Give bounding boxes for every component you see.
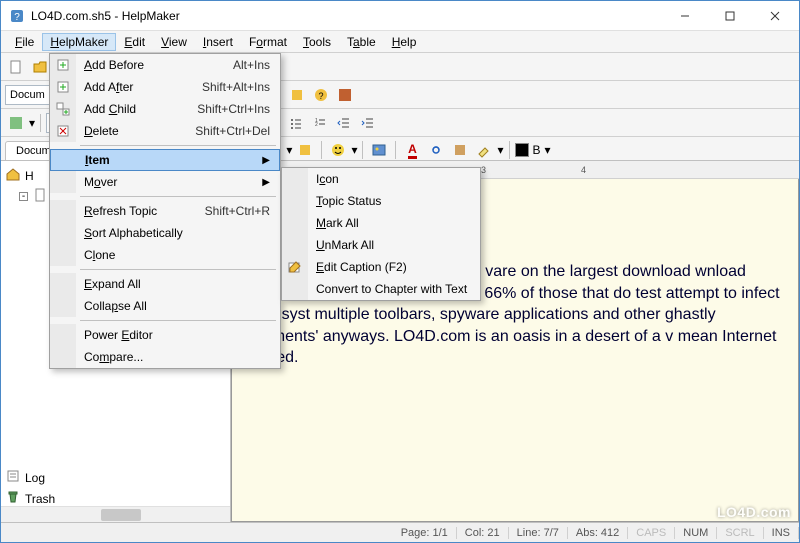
add-icon — [50, 76, 76, 98]
item-submenu: Icon Topic Status Mark All UnMark All Ed… — [281, 167, 481, 301]
home-icon — [5, 166, 21, 185]
color-swatch-black[interactable] — [515, 143, 529, 157]
close-button[interactable] — [752, 2, 797, 30]
add-icon — [50, 54, 76, 76]
submenu-convert-chapter[interactable]: Convert to Chapter with Text — [282, 278, 480, 300]
menu-delete[interactable]: DeleteShift+Ctrl+Del — [50, 120, 280, 142]
status-ins[interactable]: INS — [764, 527, 799, 539]
log-icon — [5, 468, 21, 487]
helpmaker-menu: Add BeforeAlt+Ins Add AfterShift+Alt+Ins… — [49, 53, 281, 369]
style-icon[interactable] — [5, 112, 27, 134]
bullet-list-icon[interactable] — [285, 112, 307, 134]
menubar: File HelpMaker Edit View Insert Format T… — [1, 31, 799, 53]
app-window: ? LO4D.com.sh5 - HelpMaker File HelpMake… — [0, 0, 800, 543]
menu-mover[interactable]: Mover▶ — [50, 171, 280, 193]
menu-add-child[interactable]: Add ChildShift+Ctrl+Ins — [50, 98, 280, 120]
style-dropdown-icon[interactable]: ▾ — [29, 116, 35, 130]
status-col: Col: 21 — [457, 527, 509, 539]
menu-edit[interactable]: Edit — [116, 33, 153, 51]
highlight-icon[interactable] — [473, 139, 495, 161]
menu-collapse-all[interactable]: Collapse All — [50, 295, 280, 317]
font-color-icon[interactable]: A — [401, 139, 423, 161]
titlebar: ? LO4D.com.sh5 - HelpMaker — [1, 1, 799, 31]
delete-icon — [50, 120, 76, 142]
image-icon[interactable] — [368, 139, 390, 161]
expand-icon[interactable]: - — [19, 192, 28, 201]
outdent-icon[interactable] — [333, 112, 355, 134]
menu-table[interactable]: Table — [339, 33, 384, 51]
anchor-icon[interactable] — [449, 139, 471, 161]
status-caps[interactable]: CAPS — [628, 527, 675, 539]
menu-refresh-topic[interactable]: Refresh TopicShift+Ctrl+R — [50, 200, 280, 222]
indent-icon[interactable] — [357, 112, 379, 134]
tool-icon-3[interactable] — [334, 84, 356, 106]
smiley-icon[interactable] — [327, 139, 349, 161]
window-title: LO4D.com.sh5 - HelpMaker — [31, 9, 662, 23]
menu-format[interactable]: Format — [241, 33, 295, 51]
number-list-icon[interactable]: 12 — [309, 112, 331, 134]
submenu-topic-status[interactable]: Topic Status — [282, 190, 480, 212]
menu-view[interactable]: View — [153, 33, 195, 51]
status-num[interactable]: NUM — [675, 527, 717, 539]
status-line: Line: 7/7 — [509, 527, 568, 539]
menu-item[interactable]: Item▶ — [50, 149, 280, 171]
page-icon — [32, 187, 48, 206]
insert-icon-2[interactable] — [294, 139, 316, 161]
color-label: B — [531, 143, 543, 157]
menu-insert[interactable]: Insert — [195, 33, 241, 51]
submenu-arrow-icon: ▶ — [250, 155, 270, 166]
menu-tools[interactable]: Tools — [295, 33, 339, 51]
submenu-edit-caption[interactable]: Edit Caption (F2) — [282, 256, 480, 278]
svg-text:?: ? — [318, 91, 323, 101]
minimize-button[interactable] — [662, 2, 707, 30]
statusbar: Page: 1/1 Col: 21 Line: 7/7 Abs: 412 CAP… — [1, 522, 799, 542]
dd2-icon[interactable]: ▾ — [351, 143, 357, 157]
app-icon: ? — [9, 8, 25, 24]
menu-add-after[interactable]: Add AfterShift+Alt+Ins — [50, 76, 280, 98]
menu-help[interactable]: Help — [384, 33, 425, 51]
help-icon[interactable]: ? — [310, 84, 332, 106]
status-page: Page: 1/1 — [393, 527, 457, 539]
menu-expand-all[interactable]: Expand All — [50, 273, 280, 295]
svg-text:2: 2 — [315, 122, 318, 128]
watermark: LO4D.com — [717, 504, 791, 520]
add-child-icon — [50, 98, 76, 120]
submenu-icon[interactable]: Icon — [282, 168, 480, 190]
dd3-icon[interactable]: ▾ — [497, 143, 503, 157]
submenu-unmark-all[interactable]: UnMark All — [282, 234, 480, 256]
tree-log[interactable]: Log — [5, 467, 226, 488]
menu-sort-alpha[interactable]: Sort Alphabetically — [50, 222, 280, 244]
open-icon[interactable] — [29, 56, 51, 78]
tree-trash[interactable]: Trash — [5, 488, 226, 506]
dd1-icon[interactable]: ▾ — [286, 143, 292, 157]
menu-compare[interactable]: Compare... — [50, 346, 280, 368]
menu-add-before[interactable]: Add BeforeAlt+Ins — [50, 54, 280, 76]
menu-clone[interactable]: Clone — [50, 244, 280, 266]
menu-power-editor[interactable]: Power Editor — [50, 324, 280, 346]
sidebar-hscroll[interactable] — [1, 506, 230, 522]
edit-icon — [282, 256, 308, 278]
menu-helpmaker[interactable]: HelpMaker — [42, 33, 116, 51]
tool-icon-2[interactable] — [286, 84, 308, 106]
new-icon[interactable] — [5, 56, 27, 78]
maximize-button[interactable] — [707, 2, 752, 30]
submenu-arrow-icon: ▶ — [250, 177, 270, 188]
status-scrl[interactable]: SCRL — [717, 527, 763, 539]
link-icon[interactable] — [425, 139, 447, 161]
color-dd-icon[interactable]: ▾ — [545, 143, 551, 157]
submenu-mark-all[interactable]: Mark All — [282, 212, 480, 234]
menu-file[interactable]: File — [7, 33, 42, 51]
svg-text:?: ? — [14, 12, 20, 23]
trash-icon — [5, 489, 21, 506]
status-abs: Abs: 412 — [568, 527, 628, 539]
